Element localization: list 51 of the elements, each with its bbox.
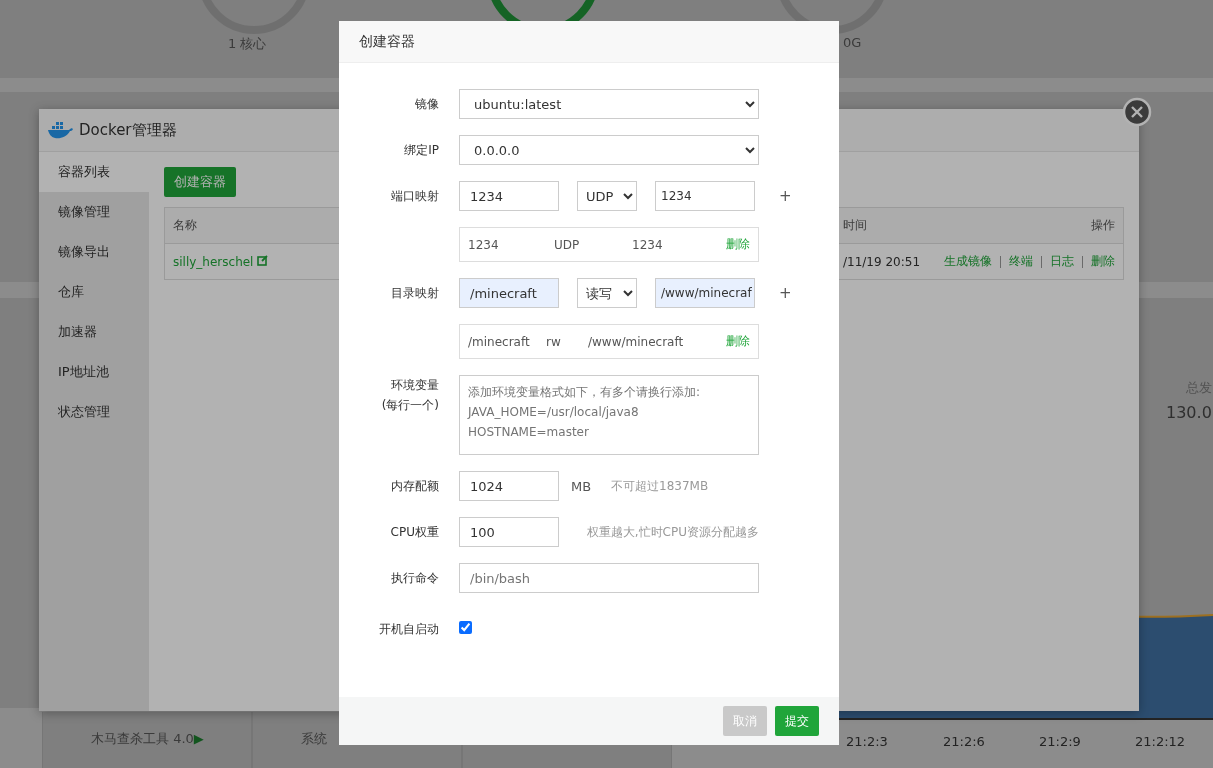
gauge-label: 1 核心	[228, 35, 267, 53]
sidebar-item[interactable]: 仓库	[39, 272, 149, 312]
hint-text: 不可超过1837MB	[611, 477, 709, 495]
window-title: Docker管理器	[79, 120, 177, 140]
axis-tick-label: 21:2:12	[1135, 734, 1186, 749]
field-label: 执行命令	[390, 570, 439, 587]
edit-icon[interactable]	[257, 254, 269, 266]
select-field[interactable]: ubuntu:latest	[459, 89, 759, 119]
dialog-title: 创建容器	[359, 32, 415, 51]
sidebar-item[interactable]: 加速器	[39, 312, 149, 352]
column-header: 操作	[935, 207, 1124, 244]
select-field[interactable]: 读写	[577, 278, 637, 308]
axis-tick-label: 21:2:9	[1039, 734, 1081, 749]
env-textarea[interactable]: 添加环境变量格式如下，有多个请换行添加: JAVA_HOME=/usr/local/java8 HOSTNAME=master	[459, 375, 759, 455]
field-label: 开机自启动	[378, 621, 439, 638]
entry-value: rw	[546, 334, 562, 349]
entry-value: /www/minecraft	[588, 334, 684, 349]
gauge-label: 0G	[843, 35, 862, 50]
command-field[interactable]: /bin/bash	[459, 563, 759, 593]
input-field[interactable]: 100	[459, 517, 559, 547]
traffic-value: 130.0	[1166, 403, 1212, 423]
field-label: 端口映射	[390, 188, 439, 205]
sidebar-item[interactable]: IP地址池	[39, 352, 149, 392]
input-field[interactable]: 1234	[655, 181, 755, 211]
autostart-checkbox[interactable]	[459, 621, 472, 634]
axis-tick-label: 21:2:3	[846, 734, 888, 749]
field-label: 环境变量 (每行一个)	[380, 377, 439, 414]
input-field[interactable]: /www/minecraf	[655, 278, 755, 308]
field-label: 目录映射	[390, 285, 439, 302]
select-field[interactable]: UDP	[577, 181, 637, 211]
sidebar-item[interactable]: 容器列表	[39, 152, 149, 192]
field-label: 绑定IP	[403, 142, 439, 159]
input-field[interactable]: 1024	[459, 471, 559, 501]
sidebar-item[interactable]: 状态管理	[39, 392, 149, 432]
select-field[interactable]: 0.0.0.0	[459, 135, 759, 165]
field-label: 镜像	[414, 96, 439, 113]
sidebar-item[interactable]: 镜像导出	[39, 232, 149, 272]
field-label: 内存配额	[390, 478, 439, 495]
input-field[interactable]: 1234	[459, 181, 559, 211]
sidebar-item[interactable]: 镜像管理	[39, 192, 149, 232]
entry-value: /minecraft	[468, 334, 531, 349]
add-button[interactable]: +	[779, 187, 839, 205]
delete-link[interactable]: 删除	[726, 333, 750, 350]
unit-label: MB	[571, 478, 593, 494]
add-button[interactable]: +	[779, 284, 839, 302]
hint-text: 权重越大,忙时CPU资源分配越多	[586, 523, 759, 541]
field-label: CPU权重	[389, 524, 439, 541]
whale-icon	[47, 121, 73, 139]
axis-tick-label: 21:2:6	[943, 734, 985, 749]
input-field[interactable]: /minecraft	[459, 278, 559, 308]
submit-button[interactable]: 提交	[775, 706, 819, 736]
